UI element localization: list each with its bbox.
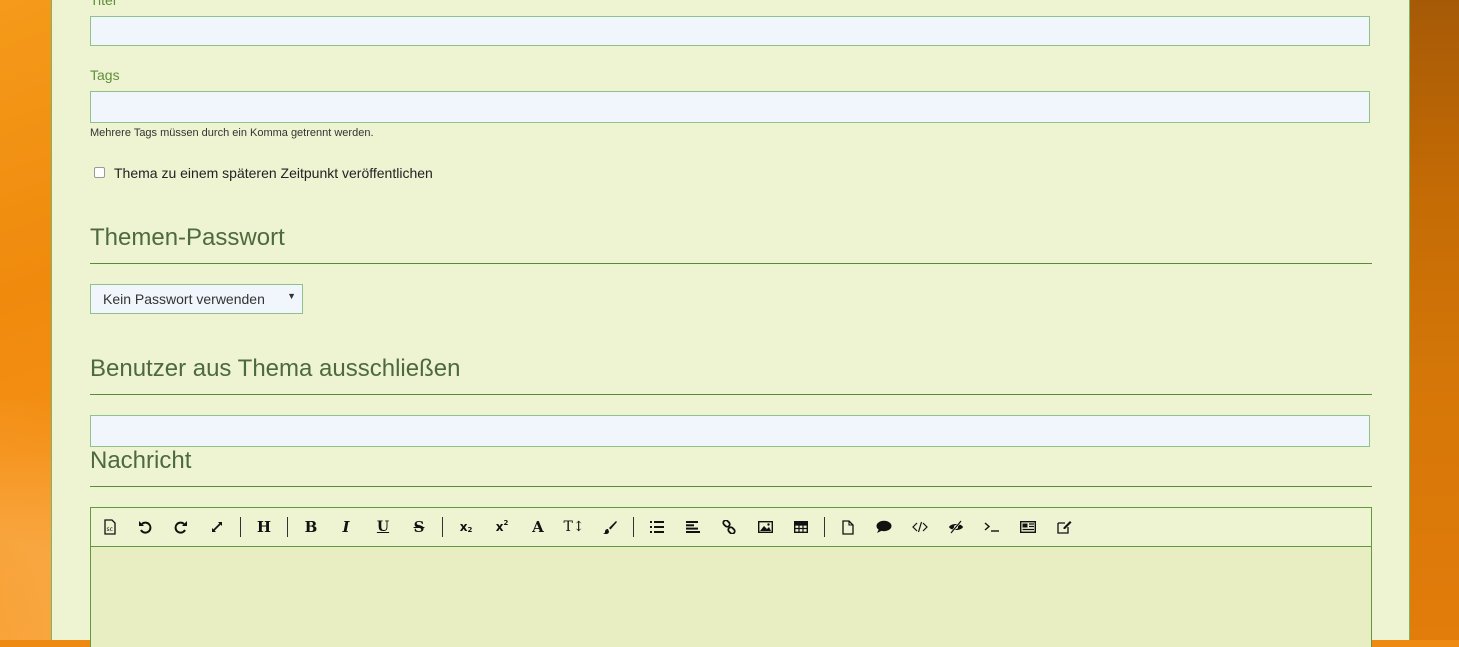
tags-input[interactable]	[90, 91, 1370, 123]
page-icon[interactable]	[836, 515, 860, 539]
title-label: Titel	[90, 0, 116, 8]
bold-icon[interactable]: B	[299, 515, 323, 539]
exclude-users-heading: Benutzer aus Thema ausschließen	[90, 355, 461, 382]
password-heading: Themen-Passwort	[90, 224, 285, 251]
exclude-users-divider	[90, 394, 1372, 395]
superscript-icon[interactable]: x2	[490, 515, 514, 539]
color-brush-icon[interactable]	[598, 515, 622, 539]
font-size-icon[interactable]: T↕	[562, 515, 586, 539]
message-heading: Nachricht	[90, 447, 192, 474]
password-divider	[90, 263, 1372, 264]
background-left	[0, 0, 51, 640]
chevron-down-icon: ▼	[287, 291, 296, 301]
table-icon[interactable]	[789, 515, 813, 539]
media-icon[interactable]	[1016, 515, 1040, 539]
underline-icon[interactable]: U	[371, 515, 395, 539]
edit-icon[interactable]	[1052, 515, 1076, 539]
editor-content-area[interactable]	[91, 547, 1371, 647]
fullscreen-icon[interactable]	[205, 515, 229, 539]
code-icon[interactable]	[908, 515, 932, 539]
font-icon[interactable]: A	[526, 515, 550, 539]
align-icon[interactable]	[681, 515, 705, 539]
link-icon[interactable]	[717, 515, 741, 539]
tags-label: Tags	[90, 67, 120, 83]
toolbar-separator	[240, 517, 241, 537]
undo-icon[interactable]	[133, 515, 157, 539]
password-select-value: Kein Passwort verwenden	[103, 291, 265, 307]
message-divider	[90, 486, 1372, 487]
toolbar-separator	[287, 517, 288, 537]
quote-icon[interactable]	[872, 515, 896, 539]
exclude-users-input[interactable]	[90, 415, 1370, 447]
message-editor: sc H B I U S x2 x 2 A T↕	[90, 507, 1372, 647]
terminal-icon[interactable]	[980, 515, 1004, 539]
svg-text:sc: sc	[107, 526, 113, 533]
toolbar-separator	[633, 517, 634, 537]
spoiler-icon[interactable]	[944, 515, 968, 539]
editor-toolbar: sc H B I U S x2 x 2 A T↕	[91, 508, 1371, 547]
italic-icon[interactable]: I	[334, 515, 358, 539]
heading-icon[interactable]: H	[252, 515, 276, 539]
background-right	[1410, 0, 1459, 640]
list-icon[interactable]	[645, 515, 669, 539]
tags-help-text: Mehrere Tags müssen durch ein Komma getr…	[90, 127, 374, 139]
title-input[interactable]	[90, 16, 1370, 46]
subscript-icon[interactable]: x2	[454, 515, 478, 539]
schedule-label[interactable]: Thema zu einem späteren Zeitpunkt veröff…	[114, 165, 433, 181]
toolbar-separator	[824, 517, 825, 537]
image-icon[interactable]	[753, 515, 777, 539]
redo-icon[interactable]	[169, 515, 193, 539]
password-select[interactable]: Kein Passwort verwenden ▼	[90, 284, 303, 314]
source-icon[interactable]: sc	[98, 515, 122, 539]
form-panel: Titel Tags Mehrere Tags müssen durch ein…	[51, 0, 1410, 647]
strikethrough-icon[interactable]: S	[407, 515, 431, 539]
schedule-checkbox[interactable]	[94, 167, 105, 178]
toolbar-separator	[442, 517, 443, 537]
